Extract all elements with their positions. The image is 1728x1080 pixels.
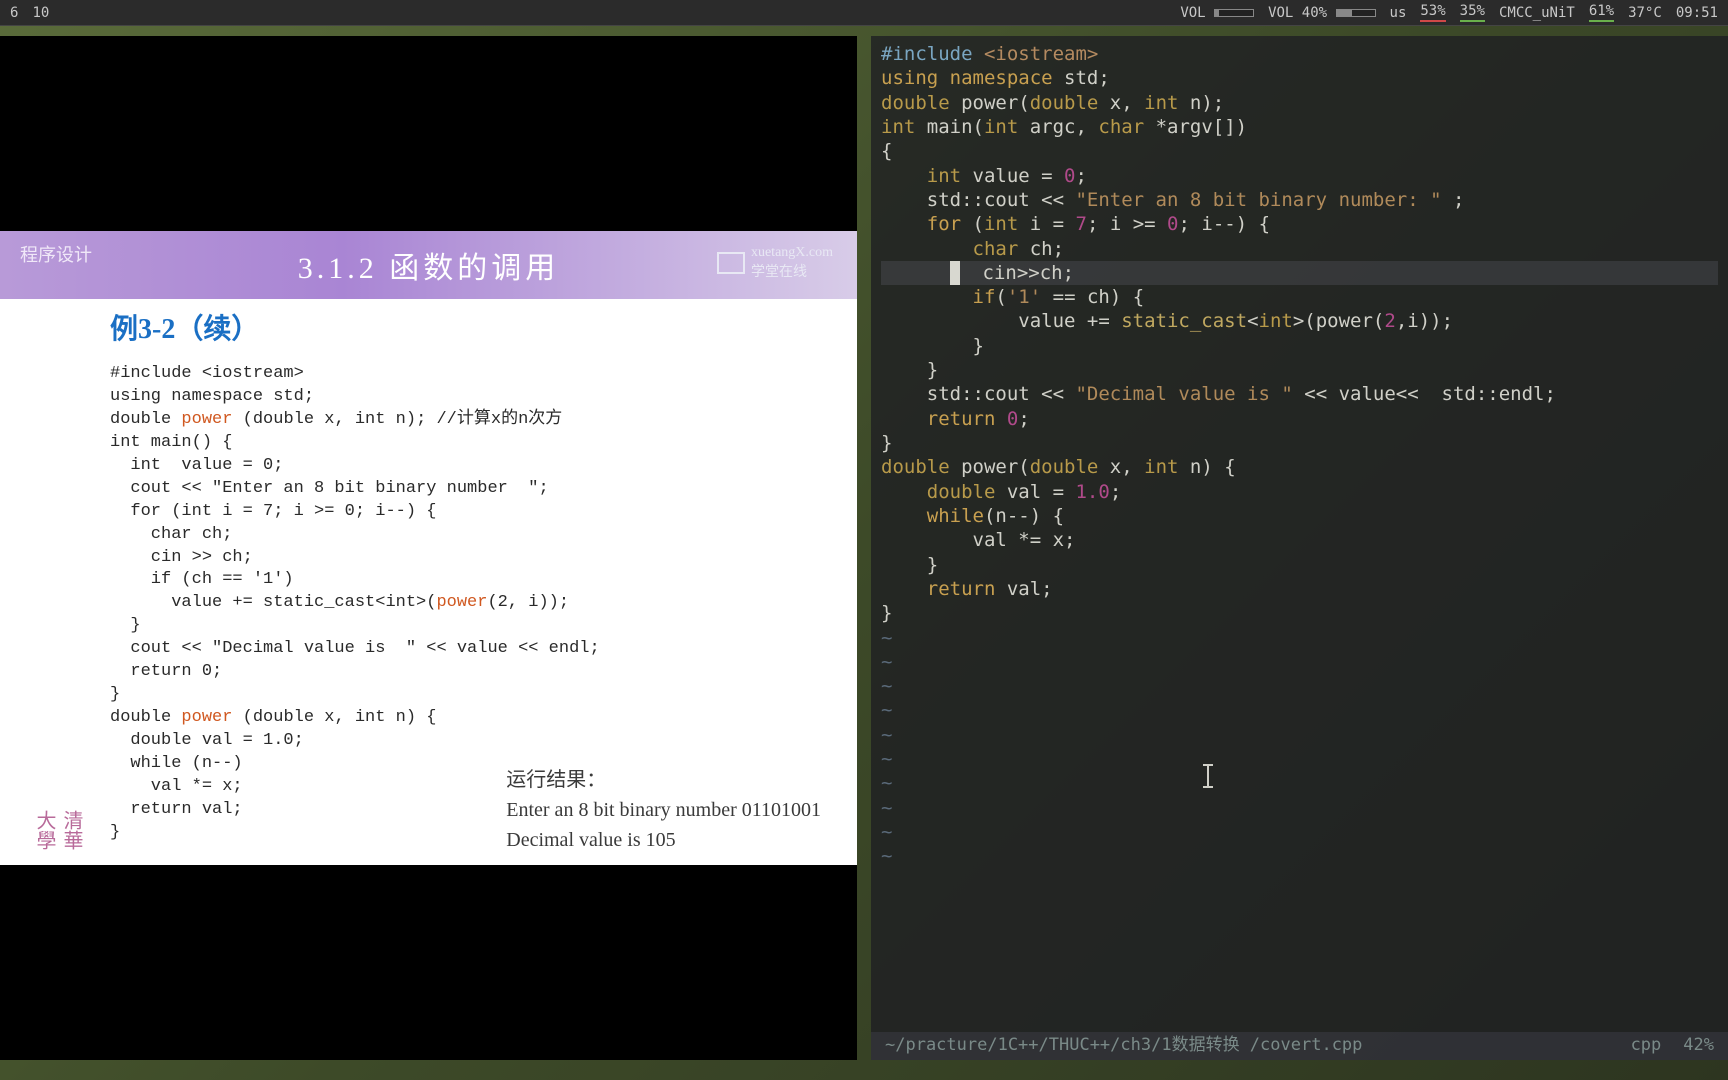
text-caret-icon xyxy=(1207,764,1209,788)
workspace: 程序设计 3.1.2 函数的调用 xuetangX.com 学堂在线 例3-2（… xyxy=(0,26,1728,1080)
text-editor-pane[interactable]: #include <iostream>using namespace std;d… xyxy=(871,36,1728,1060)
slide-body: 例3-2（续） #include <iostream>using namespa… xyxy=(0,299,857,864)
editor-block-cursor xyxy=(950,261,960,285)
slide-subtitle: 例3-2（续） xyxy=(110,311,827,349)
slide-run-result: 运行结果： Enter an 8 bit binary number 01101… xyxy=(506,765,821,855)
editor-status-line: ~/practure/1C++/THUC++/ch3/1数据转换 /covert… xyxy=(871,1032,1728,1060)
lecture-slide: 程序设计 3.1.2 函数的调用 xuetangX.com 学堂在线 例3-2（… xyxy=(0,231,857,864)
temperature: 37°C xyxy=(1628,5,1662,21)
slide-header: 程序设计 3.1.2 函数的调用 xuetangX.com 学堂在线 xyxy=(0,231,857,299)
video-player-pane[interactable]: 程序设计 3.1.2 函数的调用 xuetangX.com 学堂在线 例3-2（… xyxy=(0,36,857,1060)
tsinghua-logo: 清華大學 xyxy=(0,795,90,865)
editor-scroll-percent: 42% xyxy=(1683,1035,1714,1057)
editor-filetype: cpp xyxy=(1631,1035,1662,1057)
status-bar: 6 10 VOL VOL 40% us 53% 35% CMCC_uNiT 61… xyxy=(0,0,1728,26)
xuetangx-logo: xuetangX.com 学堂在线 xyxy=(717,245,833,281)
keyboard-layout[interactable]: us xyxy=(1390,5,1407,21)
memory-percent: 35% xyxy=(1460,3,1485,22)
editor-content[interactable]: #include <iostream>using namespace std;d… xyxy=(871,36,1728,1032)
editor-file-path: ~/practure/1C++/THUC++/ch3/1数据转换 /covert… xyxy=(885,1035,1362,1057)
cpu-percent: 53% xyxy=(1420,3,1445,22)
network-name[interactable]: CMCC_uNiT xyxy=(1499,5,1575,21)
workspace-current[interactable]: 6 xyxy=(10,5,18,21)
slide-title: 3.1.2 函数的调用 xyxy=(20,243,837,287)
battery-percent: 61% xyxy=(1589,3,1614,22)
clock: 09:51 xyxy=(1676,5,1718,21)
book-icon xyxy=(717,252,745,274)
workspace-count: 10 xyxy=(32,5,49,21)
volume-pct: VOL 40% xyxy=(1268,5,1375,21)
volume-label: VOL xyxy=(1180,5,1254,21)
